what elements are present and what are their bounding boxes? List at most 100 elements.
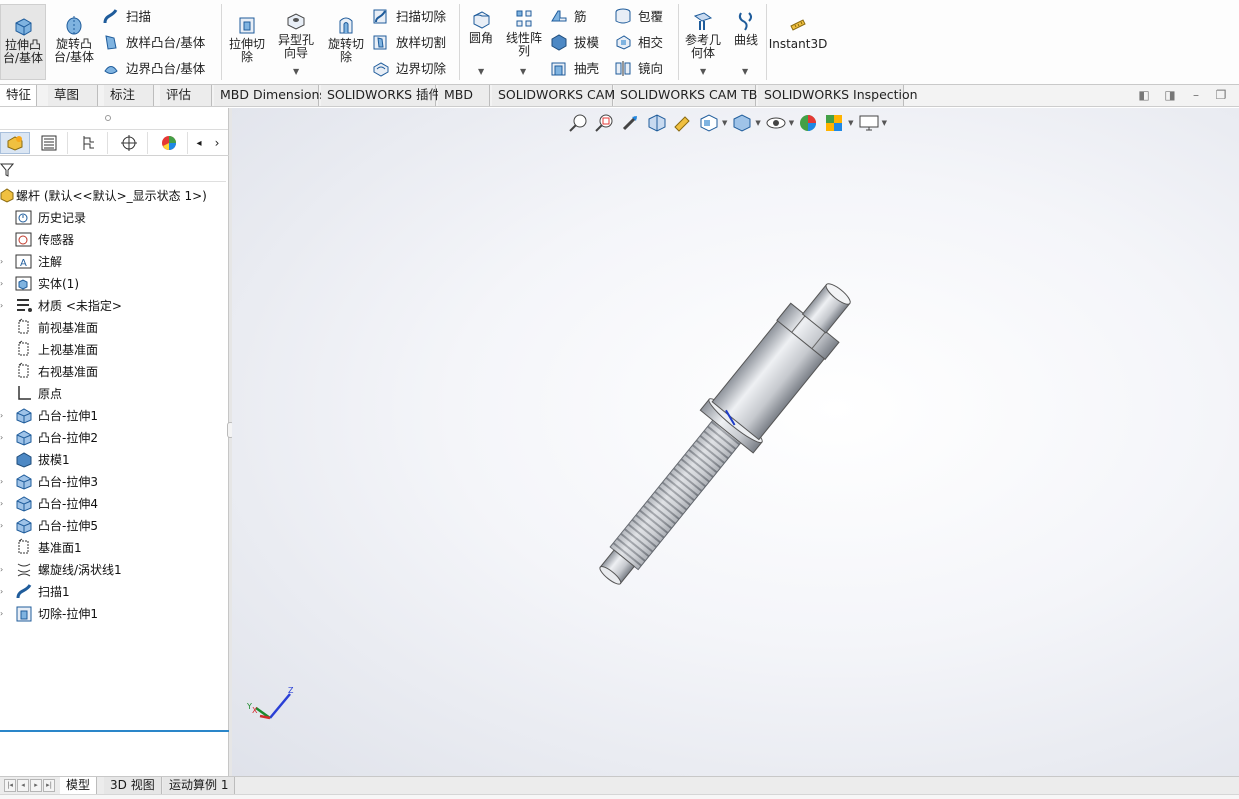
view-settings-icon[interactable] xyxy=(858,113,880,133)
mirror-button[interactable]: 镜向 xyxy=(614,58,663,77)
expand-arrow-icon[interactable]: › xyxy=(0,565,6,574)
tree-root-part[interactable]: 螺杆 (默认<<默认>_显示状态 1>) xyxy=(0,184,229,206)
tab-solidworks-cam-tbm[interactable]: SOLIDWORKS CAM TBM xyxy=(614,85,768,106)
zoom-to-fit-icon[interactable] xyxy=(568,113,590,133)
apply-scene-icon[interactable] xyxy=(824,113,846,133)
tree-item[interactable]: 原点 xyxy=(0,382,229,404)
fillet-dropdown-icon[interactable]: ▼ xyxy=(478,67,484,76)
extrude-boss-button[interactable]: 拉伸凸台/基体 xyxy=(0,4,46,80)
tree-item[interactable]: › 凸台-拉伸4 xyxy=(0,492,229,514)
screw-model[interactable] xyxy=(581,269,867,600)
expand-arrow-icon[interactable]: › xyxy=(0,609,6,618)
reference-geometry-button[interactable]: 参考几何体 xyxy=(682,10,724,60)
graphics-area[interactable]: Z Y X xyxy=(232,108,1239,776)
tree-item[interactable]: 右视基准面 xyxy=(0,360,229,382)
tree-item[interactable]: › 切除-拉伸1 xyxy=(0,602,229,624)
tree-item[interactable]: › 实体(1) xyxy=(0,272,229,294)
revolve-cut-button[interactable]: 旋转切除 xyxy=(324,14,368,64)
tile-left-icon[interactable]: ◧ xyxy=(1136,88,1152,104)
tab-features[interactable]: 特征 xyxy=(0,85,37,106)
tree-item[interactable]: › A 注解 xyxy=(0,250,229,272)
shell-button[interactable]: 抽壳 xyxy=(550,58,599,77)
edit-appearance-icon[interactable] xyxy=(798,113,820,133)
hide-show-items-icon[interactable] xyxy=(765,113,787,133)
tree-filter[interactable] xyxy=(0,158,226,182)
tab-motion-study[interactable]: 运动算例 1 xyxy=(163,777,236,794)
tab-solidworks-inspection[interactable]: SOLIDWORKS Inspection xyxy=(758,85,918,106)
tab-mbd[interactable]: MBD xyxy=(438,85,490,106)
tree-item[interactable]: › 螺旋线/涡状线1 xyxy=(0,558,229,580)
dimxpert-manager-tab[interactable] xyxy=(110,132,148,154)
feature-manager-tab[interactable] xyxy=(0,132,30,154)
revolve-boss-button[interactable]: 旋转凸台/基体 xyxy=(50,14,98,64)
hole-wizard-dropdown-icon[interactable]: ▼ xyxy=(293,67,299,76)
boundary-cut-button[interactable]: 边界切除 xyxy=(372,58,446,77)
expand-arrow-icon[interactable]: › xyxy=(0,477,6,486)
expand-arrow-icon[interactable]: › xyxy=(0,433,6,442)
curves-button[interactable]: 曲线 xyxy=(728,10,764,47)
section-view-icon[interactable] xyxy=(646,113,668,133)
tab-sketch[interactable]: 草图 xyxy=(48,85,98,106)
next-tab-icon[interactable]: ▸ xyxy=(30,779,42,792)
first-tab-icon[interactable]: |◂ xyxy=(4,779,16,792)
tab-mbd-dimensions[interactable]: MBD Dimensions xyxy=(214,85,326,106)
panel-collapse-handle[interactable] xyxy=(0,108,228,130)
rib-button[interactable]: 筋 xyxy=(550,6,587,25)
rollback-bar[interactable] xyxy=(0,730,229,732)
tab-evaluate[interactable]: 评估 xyxy=(160,85,212,106)
loft-boss-button[interactable]: 放样凸台/基体 xyxy=(102,32,205,51)
expand-arrow-icon[interactable]: › xyxy=(0,279,6,288)
swept-cut-button[interactable]: 扫描切除 xyxy=(372,6,446,25)
minimize-icon[interactable]: – xyxy=(1188,88,1204,104)
tabs-scroll-left[interactable]: ◂ xyxy=(190,132,208,154)
view-orientation-icon[interactable] xyxy=(698,113,720,133)
configuration-manager-tab[interactable] xyxy=(70,132,108,154)
tab-solidworks-addins[interactable]: SOLIDWORKS 插件 xyxy=(321,85,441,106)
previous-view-icon[interactable] xyxy=(620,113,642,133)
lofted-cut-button[interactable]: 放样切割 xyxy=(372,32,446,51)
tree-item[interactable]: › 扫描1 xyxy=(0,580,229,602)
tree-item[interactable]: › 凸台-拉伸2 xyxy=(0,426,229,448)
hole-wizard-button[interactable]: 异型孔向导 xyxy=(274,10,318,60)
tree-item[interactable]: 传感器 xyxy=(0,228,229,250)
tree-item[interactable]: › 材质 <未指定> xyxy=(0,294,229,316)
expand-arrow-icon[interactable]: › xyxy=(0,411,6,420)
tree-item[interactable]: › 凸台-拉伸3 xyxy=(0,470,229,492)
fillet-button[interactable]: 圆角 xyxy=(462,8,500,45)
expand-arrow-icon[interactable]: › xyxy=(0,301,6,310)
tab-model[interactable]: 模型 xyxy=(60,777,98,794)
tree-item[interactable]: 基准面1 xyxy=(0,536,229,558)
view-orientation-dropdown-icon[interactable]: ▼ xyxy=(722,119,727,127)
tree-item[interactable]: 上视基准面 xyxy=(0,338,229,360)
expand-arrow-icon[interactable]: › xyxy=(0,499,6,508)
linear-pattern-button[interactable]: 线性阵列 xyxy=(502,8,546,58)
tree-item[interactable]: 拔模1 xyxy=(0,448,229,470)
dynamic-annotation-icon[interactable] xyxy=(672,113,694,133)
expand-arrow-icon[interactable]: › xyxy=(0,521,6,530)
tree-item[interactable]: › 凸台-拉伸1 xyxy=(0,404,229,426)
draft-button[interactable]: 拔模 xyxy=(550,32,599,51)
tab-solidworks-cam[interactable]: SOLIDWORKS CAM xyxy=(492,85,615,106)
restore-icon[interactable]: ❐ xyxy=(1213,88,1229,104)
linear-pattern-dropdown-icon[interactable]: ▼ xyxy=(520,67,526,76)
reference-geometry-dropdown-icon[interactable]: ▼ xyxy=(700,67,706,76)
display-manager-tab[interactable] xyxy=(150,132,188,154)
last-tab-icon[interactable]: ▸| xyxy=(43,779,55,792)
intersect-button[interactable]: 相交 xyxy=(614,32,663,51)
sweep-button[interactable]: 扫描 xyxy=(102,6,151,25)
wrap-button[interactable]: 包覆 xyxy=(614,6,663,25)
boundary-boss-button[interactable]: 边界凸台/基体 xyxy=(102,58,205,77)
tab-3d-views[interactable]: 3D 视图 xyxy=(104,777,162,794)
tile-right-icon[interactable]: ◨ xyxy=(1162,88,1178,104)
display-style-icon[interactable] xyxy=(731,113,753,133)
tree-item[interactable]: 历史记录 xyxy=(0,206,229,228)
curves-dropdown-icon[interactable]: ▼ xyxy=(742,67,748,76)
expand-arrow-icon[interactable]: › xyxy=(0,257,6,266)
property-manager-tab[interactable] xyxy=(30,132,68,154)
apply-scene-dropdown-icon[interactable]: ▼ xyxy=(848,119,853,127)
view-settings-dropdown-icon[interactable]: ▼ xyxy=(882,119,887,127)
tab-markup[interactable]: 标注 xyxy=(104,85,154,106)
hide-show-dropdown-icon[interactable]: ▼ xyxy=(789,119,794,127)
display-style-dropdown-icon[interactable]: ▼ xyxy=(755,119,760,127)
instant3d-button[interactable]: Instant3D xyxy=(769,14,827,51)
